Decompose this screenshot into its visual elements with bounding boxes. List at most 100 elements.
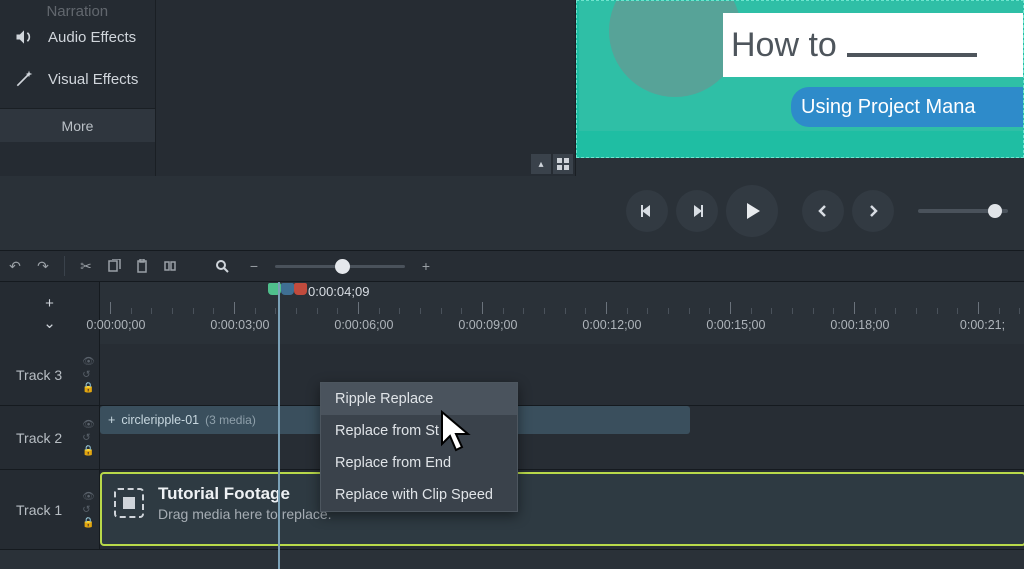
tool-audio-effects[interactable]: Audio Effects: [0, 16, 155, 58]
ruler-minor-tick: [833, 308, 834, 314]
lock-icon[interactable]: 🔒: [82, 517, 95, 528]
ruler-minor-tick: [875, 308, 876, 314]
grid-icon: [557, 158, 569, 170]
eye-icon[interactable]: 👁: [82, 491, 95, 502]
playback-controls: [576, 180, 1024, 242]
undo-icon: ↶: [9, 258, 21, 275]
plus-icon: +: [422, 258, 430, 274]
context-menu-item-replace-from-end[interactable]: Replace from End: [321, 447, 517, 479]
volume-slider[interactable]: [918, 209, 1008, 213]
ruler-tick-label: 0:00:12;00: [582, 318, 641, 332]
clip-name: circleripple-01: [121, 413, 199, 427]
chevron-down-icon: ⌄: [43, 314, 56, 332]
undo-track-icon[interactable]: ↺: [82, 369, 95, 380]
ruler-minor-tick: [544, 308, 545, 314]
chevron-right-icon: [866, 204, 880, 218]
ruler-minor-tick: [937, 308, 938, 314]
next-marker-button[interactable]: [852, 190, 894, 232]
ruler-minor-tick: [792, 308, 793, 314]
lock-icon[interactable]: 🔒: [82, 445, 95, 456]
ruler-tick-label: 0:00:00;00: [86, 318, 145, 332]
add-track-button[interactable]: +: [39, 294, 61, 312]
context-menu-item-replace-with-clip-speed[interactable]: Replace with Clip Speed: [321, 479, 517, 511]
prev-marker-button[interactable]: [802, 190, 844, 232]
play-button[interactable]: [726, 185, 778, 237]
ruler-minor-tick: [523, 308, 524, 314]
ruler-minor-tick: [689, 308, 690, 314]
title-blank-underline: [847, 53, 977, 57]
undo-button[interactable]: ↶: [4, 255, 26, 277]
redo-button[interactable]: ↷: [32, 255, 54, 277]
paste-button[interactable]: [131, 255, 153, 277]
ruler-tick: [482, 302, 483, 314]
ruler-minor-tick: [916, 308, 917, 314]
context-menu-item-ripple-replace[interactable]: Ripple Replace: [321, 383, 517, 415]
track-label: Track 3: [16, 367, 62, 383]
library-area: ▴: [156, 0, 576, 176]
ruler-minor-tick: [131, 308, 132, 314]
tool-voice-narration[interactable]: Voice Narration: [0, 0, 155, 16]
zoom-search-button[interactable]: [211, 255, 233, 277]
zoom-out-button[interactable]: −: [243, 255, 265, 277]
preview-canvas[interactable]: How to Using Project Mana: [576, 0, 1024, 158]
track-lane-2[interactable]: + circleripple-01 (3 media): [100, 406, 1024, 469]
lock-icon[interactable]: 🔒: [82, 382, 95, 393]
ruler-minor-tick: [213, 308, 214, 314]
ruler-minor-tick: [771, 308, 772, 314]
library-corner-controls: ▴: [531, 154, 573, 174]
ruler-minor-tick: [275, 308, 276, 314]
placeholder-clip[interactable]: Tutorial Footage Drag media here to repl…: [100, 472, 1024, 546]
placeholder-title: Tutorial Footage: [158, 484, 332, 504]
track-head-2[interactable]: Track 2 👁 ↺ 🔒: [0, 406, 100, 469]
prev-frame-button[interactable]: [626, 190, 668, 232]
ruler-minor-tick: [317, 308, 318, 314]
ruler-minor-tick: [627, 308, 628, 314]
ruler-minor-tick: [441, 308, 442, 314]
ruler-tick-label: 0:00:21;: [960, 318, 1005, 332]
playhead-time: 0:00:04;09: [278, 284, 369, 299]
undo-track-icon[interactable]: ↺: [82, 504, 95, 515]
copy-button[interactable]: [103, 255, 125, 277]
context-menu-item-replace-from-start[interactable]: Replace from St: [321, 415, 517, 447]
ruler-tick-label: 0:00:18;00: [830, 318, 889, 332]
track-lane-3[interactable]: [100, 344, 1024, 405]
ruler-minor-tick: [461, 308, 462, 314]
eye-icon[interactable]: 👁: [82, 419, 95, 430]
step-back-icon: [639, 203, 655, 219]
library-grid-view-button[interactable]: [553, 154, 573, 174]
track-label: Track 2: [16, 430, 62, 446]
zoom-in-button[interactable]: +: [415, 255, 437, 277]
ruler-minor-tick: [151, 308, 152, 314]
ruler-tick-label: 0:00:06;00: [334, 318, 393, 332]
ruler-tick-label: 0:00:09;00: [458, 318, 517, 332]
next-frame-button[interactable]: [676, 190, 718, 232]
tool-visual-effects[interactable]: Visual Effects: [0, 58, 155, 100]
clip-add-icon: +: [108, 413, 115, 427]
play-icon: [741, 200, 763, 222]
ruler-minor-tick: [337, 308, 338, 314]
caret-up-icon: ▴: [538, 159, 543, 170]
eye-icon[interactable]: 👁: [82, 356, 95, 367]
track-head-3[interactable]: Track 3 👁 ↺ 🔒: [0, 344, 100, 405]
collapse-tracks-button[interactable]: ⌄: [39, 314, 61, 332]
undo-track-icon[interactable]: ↺: [82, 432, 95, 443]
library-dropdown-button[interactable]: ▴: [531, 154, 551, 174]
ruler-minor-tick: [379, 308, 380, 314]
speaker-icon: [14, 27, 34, 47]
timeline-ruler[interactable]: 0:00:04;09 0:00:00;000:00:03;000:00:06;0…: [100, 282, 1024, 344]
zoom-knob[interactable]: [335, 259, 350, 274]
ruler-tick: [978, 302, 979, 314]
tool-label: Audio Effects: [48, 29, 136, 46]
track-head-1[interactable]: Track 1 👁↺🔒: [0, 470, 100, 549]
track-lane-1[interactable]: Tutorial Footage Drag media here to repl…: [100, 470, 1024, 549]
slider-knob[interactable]: [988, 204, 1002, 218]
tools-more-button[interactable]: More: [0, 108, 155, 142]
wand-icon: [14, 69, 34, 89]
ruler-minor-tick: [709, 308, 710, 314]
zoom-slider[interactable]: [275, 265, 405, 268]
cut-button[interactable]: ✂: [75, 255, 97, 277]
preview-panel: How to Using Project Mana: [576, 0, 1024, 158]
timeline-toolbar: ↶ ↷ ✂ − +: [0, 250, 1024, 282]
split-button[interactable]: [159, 255, 181, 277]
playhead-line[interactable]: [278, 282, 280, 569]
